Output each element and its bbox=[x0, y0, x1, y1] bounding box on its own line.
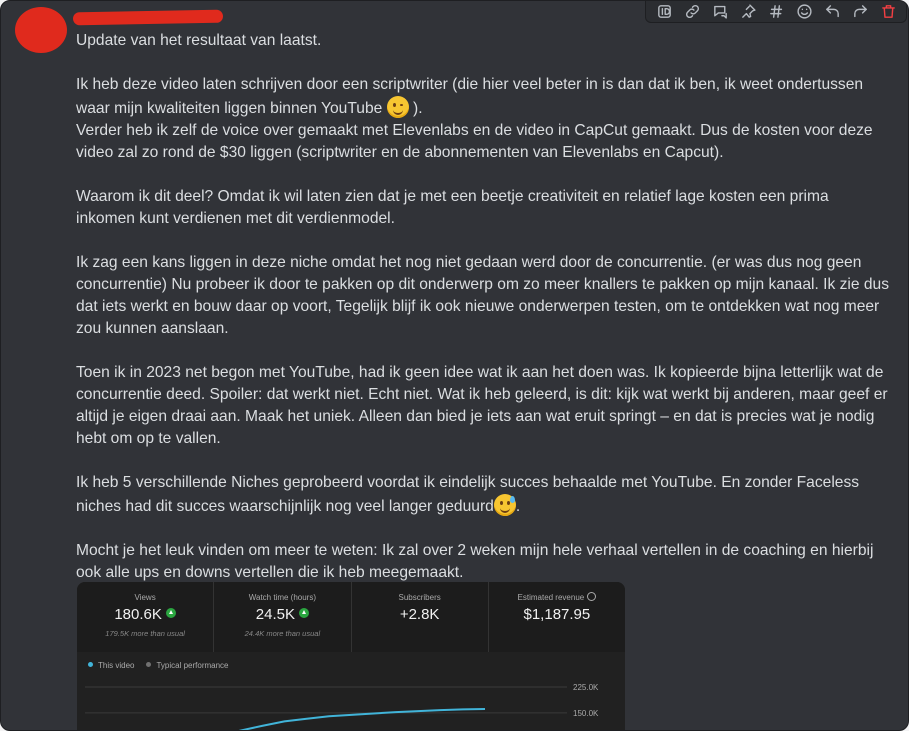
message-paragraph: Ik heb 5 verschillende Niches geprobeerd… bbox=[76, 472, 891, 518]
reply-icon bbox=[825, 5, 839, 18]
metric-comparison: 24.4K more than usual bbox=[244, 629, 321, 638]
redacted-username bbox=[72, 9, 224, 26]
forward-button[interactable] bbox=[849, 2, 871, 22]
clock-info-icon[interactable] bbox=[587, 592, 597, 601]
metric-comparison: 179.5K more than usual bbox=[105, 629, 185, 638]
metric-card: Views 180.6K 179.5K more than usual bbox=[77, 582, 215, 652]
link-icon bbox=[685, 4, 699, 19]
app-directory-button[interactable] bbox=[653, 2, 675, 22]
message-paragraph: Update van het resultaat van laatst. bbox=[76, 32, 322, 49]
metric-label: Watch time (hours) bbox=[248, 593, 317, 602]
app-directory-icon bbox=[657, 5, 671, 18]
analytics-screenshot[interactable]: Views 180.6K 179.5K more than usual Watch t… bbox=[77, 582, 625, 730]
up-arrow-icon bbox=[165, 608, 176, 618]
message-paragraph: Mocht je het leuk vinden om meer te wete… bbox=[76, 542, 874, 581]
grinning-sweat-emoji bbox=[493, 494, 516, 516]
message-toolbar bbox=[645, 1, 907, 23]
legend-this-video: This video bbox=[88, 661, 134, 670]
message-paragraph: Waarom ik dit deel? Omdat ik wil laten z… bbox=[76, 188, 829, 227]
reply-button[interactable] bbox=[821, 2, 843, 22]
message-text: . bbox=[515, 498, 521, 515]
message-paragraph: Toen ik in 2023 net begon met YouTube, h… bbox=[76, 364, 888, 447]
message-paragraph: Ik zag een kans liggen in deze niche omd… bbox=[76, 254, 890, 337]
metric-value: 24.5K bbox=[214, 605, 350, 625]
metric-card: Watch time (hours) 24.5K 24.4K more than u… bbox=[214, 582, 352, 652]
metric-value: +2.8K bbox=[399, 606, 440, 623]
message-text: Ik heb deze video laten schrijven door e… bbox=[76, 76, 864, 117]
up-arrow-icon bbox=[298, 608, 309, 618]
message-text: Ik heb 5 verschillende Niches geprobeerd… bbox=[76, 474, 860, 515]
emoji-button[interactable] bbox=[793, 2, 815, 22]
chart-legend: This video Typical performance bbox=[88, 661, 229, 670]
metric-value: $1,187.95 bbox=[523, 606, 591, 623]
message-text: ). bbox=[413, 100, 423, 117]
avatar[interactable] bbox=[15, 7, 67, 53]
hash-icon bbox=[769, 5, 782, 18]
message-text: Verder heb ik zelf de voice over gemaakt… bbox=[76, 122, 873, 161]
metric-label: Views bbox=[134, 593, 156, 602]
delete-icon bbox=[881, 5, 895, 18]
message-paragraph: Ik heb deze video laten schrijven door e… bbox=[76, 74, 891, 164]
discord-window: Update van het resultaat van laatst. Ik … bbox=[0, 0, 909, 731]
y-tick-label: 225.0K bbox=[573, 683, 599, 692]
metric-card: Subscribers +2.8K bbox=[352, 582, 489, 652]
metric-card: Estimated revenue $1,187.95 bbox=[489, 582, 625, 652]
forward-icon bbox=[853, 5, 867, 18]
y-tick-label: 150.0K bbox=[573, 709, 599, 718]
thread-button[interactable] bbox=[709, 2, 731, 22]
series-line-this-video bbox=[238, 708, 486, 730]
pin-button[interactable] bbox=[737, 2, 759, 22]
metric-label: Estimated revenue bbox=[489, 592, 625, 604]
metric-value: 180.6K bbox=[77, 605, 213, 625]
views-line-chart: 225.0K150.0K75.0K bbox=[85, 683, 599, 730]
thread-icon bbox=[713, 5, 727, 19]
pin-icon bbox=[741, 4, 756, 18]
metrics-row: Views 180.6K 179.5K more than usual Watch t… bbox=[77, 582, 625, 652]
legend-typical: Typical performance bbox=[146, 661, 229, 670]
emoji-icon bbox=[796, 4, 812, 19]
message-content: Update van het resultaat van laatst. Ik … bbox=[76, 30, 891, 606]
delete-button[interactable] bbox=[877, 2, 899, 22]
winking-face-emoji bbox=[386, 96, 409, 118]
metric-label: Subscribers bbox=[398, 593, 441, 602]
link-button[interactable] bbox=[681, 2, 703, 22]
hash-button[interactable] bbox=[765, 2, 787, 22]
